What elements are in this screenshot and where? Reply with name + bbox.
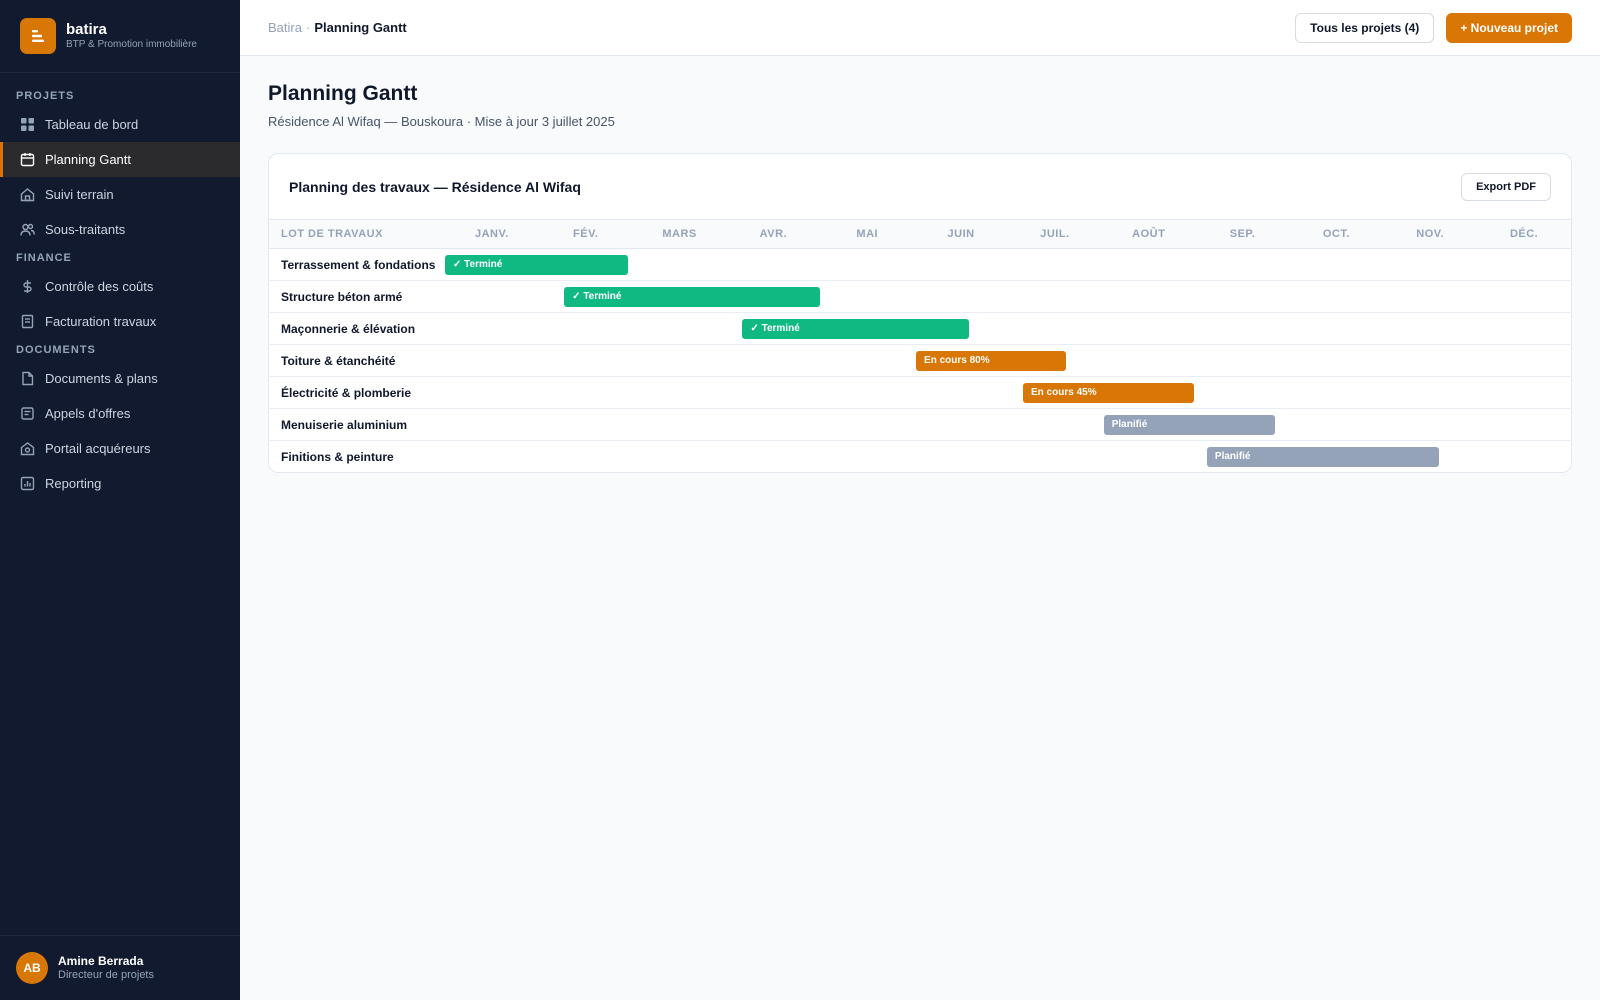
nav-section-finance: FINANCE bbox=[16, 252, 72, 264]
all-projects-button[interactable]: Tous les projets (4) bbox=[1295, 12, 1435, 43]
calendar-icon bbox=[19, 152, 35, 168]
dollar-icon bbox=[19, 279, 35, 295]
month-label: FÉV. bbox=[573, 228, 599, 240]
gantt-row: Finitions & peinture Planifié bbox=[269, 441, 1571, 472]
gantt-row: Maçonnerie & élévation ✓ Terminé bbox=[269, 313, 1571, 345]
lot-column-header: LOT DE TRAVAUX bbox=[281, 228, 383, 240]
month-label: SEP. bbox=[1229, 228, 1256, 240]
nav-section-projets: PROJETS bbox=[16, 90, 75, 102]
chart-icon bbox=[19, 476, 35, 492]
sidebar: batira BTP & Promotion immobilière PROJE… bbox=[0, 0, 240, 1000]
users-icon bbox=[19, 222, 35, 238]
sidebar-item-label: Portail acquéreurs bbox=[45, 441, 151, 456]
gantt-bar-done[interactable]: ✓ Terminé bbox=[742, 319, 969, 339]
brand-subtitle: BTP & Promotion immobilière bbox=[66, 39, 197, 50]
gantt-bar-in-progress[interactable]: En cours 45% bbox=[1023, 383, 1194, 403]
sidebar-item-label: Planning Gantt bbox=[45, 152, 132, 167]
home-icon bbox=[19, 187, 35, 203]
sidebar-item-label: Contrôle des coûts bbox=[45, 279, 154, 294]
gantt-row-label: Électricité & plomberie bbox=[281, 386, 412, 400]
breadcrumb: Batira · Planning Gantt bbox=[268, 20, 407, 35]
topbar: Batira · Planning Gantt Tous les projets (… bbox=[240, 0, 1600, 56]
export-pdf-button[interactable]: Export PDF bbox=[1461, 172, 1551, 201]
logo-icon bbox=[20, 18, 56, 54]
sidebar-item-facturation-travaux[interactable]: Facturation travaux bbox=[0, 304, 240, 339]
page-title: Planning Gantt bbox=[268, 82, 418, 105]
sidebar-item-documents-plans[interactable]: Documents & plans bbox=[0, 361, 240, 396]
month-label: JUIL. bbox=[1040, 228, 1070, 240]
gantt-row: Électricité & plomberie En cours 45% bbox=[269, 377, 1571, 409]
month-label: OCT. bbox=[1322, 228, 1350, 240]
sidebar-item-label: Appels d'offres bbox=[45, 406, 131, 421]
gantt-row: Menuiserie aluminium Planifié bbox=[269, 409, 1571, 441]
sidebar-item-label: Facturation travaux bbox=[45, 314, 157, 329]
month-label: MARS bbox=[662, 228, 697, 240]
sidebar-item-label: Tableau de bord bbox=[45, 117, 139, 132]
gantt-row-label: Structure béton armé bbox=[281, 290, 403, 304]
portal-icon bbox=[19, 441, 35, 457]
gantt-title: Planning des travaux — Résidence Al Wifa… bbox=[289, 178, 581, 195]
sidebar-item-appels-offres[interactable]: Appels d'offres bbox=[0, 396, 240, 431]
month-label: MAI bbox=[856, 228, 879, 240]
breadcrumb-current: Planning Gantt bbox=[314, 20, 407, 35]
gantt-bar-planned[interactable]: Planifié bbox=[1103, 415, 1276, 435]
brand-name: batira bbox=[66, 21, 107, 38]
avatar: AB bbox=[16, 952, 48, 984]
gantt-row: Structure béton armé ✓ Terminé bbox=[269, 281, 1571, 313]
file-icon bbox=[19, 371, 35, 387]
tender-icon bbox=[19, 406, 35, 422]
sidebar-item-label: Sous-traitants bbox=[45, 222, 126, 237]
month-label: NOV. bbox=[1416, 228, 1445, 240]
sidebar-item-planning-gantt[interactable]: Planning Gantt bbox=[0, 142, 240, 177]
brand[interactable]: batira BTP & Promotion immobilière bbox=[0, 0, 240, 73]
gantt-row-label: Finitions & peinture bbox=[281, 450, 394, 464]
gantt-row-label: Terrassement & fondations bbox=[281, 258, 436, 272]
gantt-bar-done[interactable]: ✓ Terminé bbox=[445, 255, 628, 275]
sidebar-item-label: Suivi terrain bbox=[45, 187, 114, 202]
gantt-bar-done[interactable]: ✓ Terminé bbox=[564, 287, 821, 307]
sidebar-item-tableau-de-bord[interactable]: Tableau de bord bbox=[0, 107, 240, 142]
breadcrumb-root[interactable]: Batira bbox=[268, 20, 302, 35]
gantt-row-label: Toiture & étanchéité bbox=[281, 354, 396, 368]
grid-icon bbox=[19, 117, 35, 133]
gantt-row-label: Maçonnerie & élévation bbox=[281, 322, 416, 336]
user-role: Directeur de projets bbox=[58, 969, 154, 981]
user-name: Amine Berrada bbox=[58, 954, 144, 968]
gantt-bar-in-progress[interactable]: En cours 80% bbox=[916, 351, 1067, 371]
sidebar-item-controle-des-couts[interactable]: Contrôle des coûts bbox=[0, 269, 240, 304]
sidebar-item-label: Documents & plans bbox=[45, 371, 158, 386]
gantt-bar-planned[interactable]: Planifié bbox=[1206, 447, 1439, 467]
sidebar-item-label: Reporting bbox=[45, 476, 102, 491]
month-label: DÉC. bbox=[1509, 228, 1539, 240]
month-label: JANV. bbox=[474, 228, 509, 240]
invoice-icon bbox=[19, 314, 35, 330]
gantt-rows: Terrassement & fondations ✓ Terminé Struct… bbox=[269, 249, 1571, 472]
nav-section-documents: DOCUMENTS bbox=[16, 344, 96, 356]
new-project-button[interactable]: + Nouveau projet bbox=[1446, 12, 1572, 43]
sidebar-item-portail-acquereurs[interactable]: Portail acquéreurs bbox=[0, 431, 240, 466]
month-label: AVR. bbox=[759, 228, 788, 240]
gantt-row-label: Menuiserie aluminium bbox=[281, 418, 408, 432]
month-label: AOÛT bbox=[1132, 228, 1166, 240]
gantt-header: LOT DE TRAVAUX JANV. FÉV. MARS AVR. MAI JUIN J… bbox=[269, 220, 1571, 249]
breadcrumb-separator: · bbox=[305, 20, 311, 35]
gantt-row: Terrassement & fondations ✓ Terminé bbox=[269, 249, 1571, 281]
month-label: JUIN bbox=[947, 228, 975, 240]
sidebar-item-suivi-terrain[interactable]: Suivi terrain bbox=[0, 177, 240, 212]
user-profile[interactable]: AB Amine Berrada Directeur de projets bbox=[0, 935, 240, 1000]
page-subtitle: Résidence Al Wifaq — Bouskoura · Mise à … bbox=[268, 114, 615, 129]
sidebar-item-reporting[interactable]: Reporting bbox=[0, 466, 240, 501]
gantt-row: Toiture & étanchéité En cours 80% bbox=[269, 345, 1571, 377]
sidebar-item-sous-traitants[interactable]: Sous-traitants bbox=[0, 212, 240, 247]
gantt-card: Planning des travaux — Résidence Al Wifa… bbox=[268, 153, 1572, 473]
